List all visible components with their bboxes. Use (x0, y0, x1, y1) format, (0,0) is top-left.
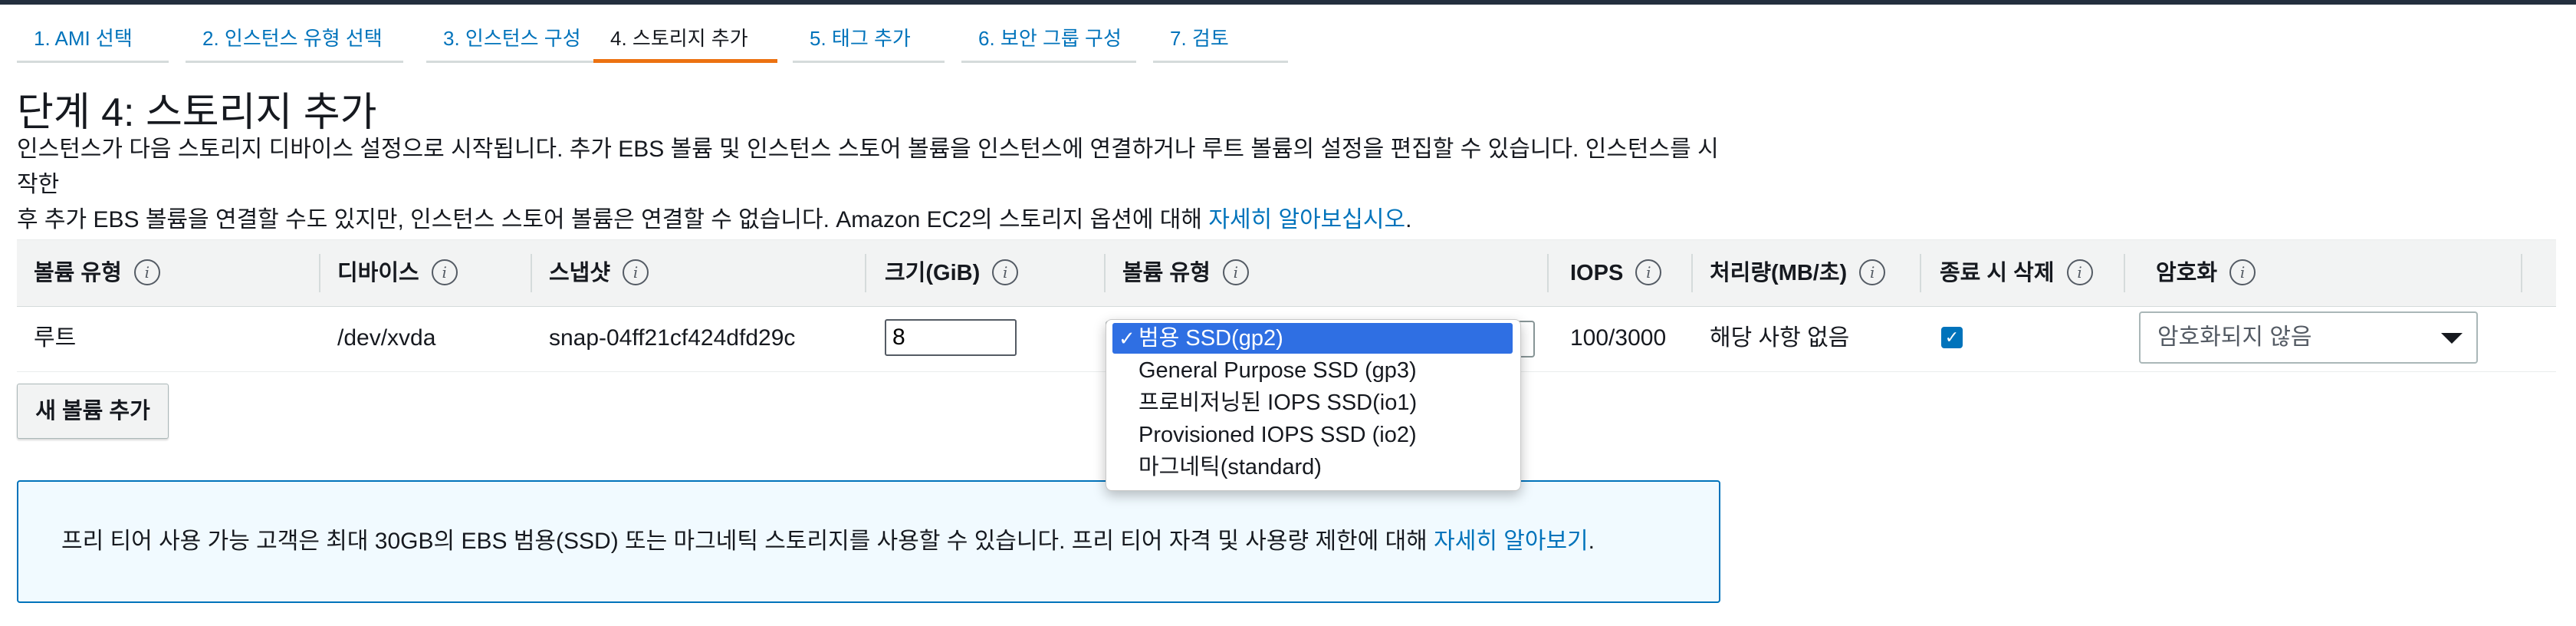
info-icon[interactable]: i (1859, 259, 1886, 286)
storage-table-header: 볼륨 유형 i 디바이스 i 스냅샷 i 크기(GiB) i 볼륨 유형 i IOPS i … (17, 239, 2556, 307)
header-volume-type: 볼륨 유형 i (1122, 240, 1249, 306)
header-encryption: 암호화 i (2156, 240, 2256, 306)
header-encryption-label: 암호화 (2156, 261, 2218, 285)
cell-throughput: 해당 사항 없음 (1710, 325, 1850, 351)
volume-type-option[interactable]: Provisioned IOPS SSD (io2) (1112, 420, 1513, 450)
notice-period: . (1588, 529, 1595, 554)
description-line-1: 인스턴스가 다음 스토리지 디바이스 설정으로 시작됩니다. 추가 EBS 볼륨… (17, 137, 1719, 197)
info-icon[interactable]: i (1222, 259, 1249, 286)
header-snapshot-label: 스냅샷 (549, 261, 611, 285)
column-divider[interactable] (2124, 254, 2125, 292)
tab-configure-instance[interactable]: 3. 인스턴스 구성 (426, 5, 596, 63)
volume-type-option[interactable]: General Purpose SSD (gp3) (1112, 355, 1513, 386)
header-device-label: 디바이스 (337, 261, 419, 285)
column-divider[interactable] (1920, 254, 1921, 292)
header-delete-label: 종료 시 삭제 (1940, 261, 2055, 285)
tab-review[interactable]: 7. 검토 (1153, 5, 1288, 63)
delete-on-termination-checkbox[interactable]: ✓ (1941, 327, 1963, 348)
tab-security-group[interactable]: 6. 보안 그룹 구성 (961, 5, 1136, 63)
header-iops-label: IOPS (1570, 261, 1624, 285)
header-volume-kind-label: 볼륨 유형 (34, 261, 122, 285)
option-label: Provisioned IOPS SSD (io2) (1138, 423, 1417, 447)
header-size: 크기(GiB) i (885, 240, 1019, 306)
volume-type-option[interactable]: 마그네틱(standard) (1112, 452, 1513, 483)
column-divider[interactable] (319, 254, 320, 292)
column-divider[interactable] (531, 254, 532, 292)
column-divider[interactable] (1691, 254, 1693, 292)
option-label: 프로비저닝된 IOPS SSD(io1) (1138, 390, 1418, 415)
header-iops: IOPS i (1570, 240, 1662, 306)
size-input[interactable]: 8 (885, 319, 1017, 356)
volume-type-option[interactable]: 프로비저닝된 IOPS SSD(io1) (1112, 387, 1513, 418)
page-title: 단계 4: 스토리지 추가 (17, 91, 377, 135)
header-volume-kind: 볼륨 유형 i (34, 240, 160, 306)
option-label: 범용 SSD(gp2) (1138, 326, 1283, 351)
column-divider[interactable] (865, 254, 866, 292)
checkmark-icon: ✓ (1119, 327, 1135, 350)
info-icon[interactable]: i (992, 259, 1019, 286)
header-snapshot: 스냅샷 i (549, 240, 649, 306)
option-label: General Purpose SSD (gp3) (1138, 358, 1417, 383)
info-icon[interactable]: i (133, 259, 160, 286)
add-volume-button[interactable]: 새 볼륨 추가 (17, 384, 169, 439)
cell-device: /dev/xvda (337, 325, 436, 351)
option-label: 마그네틱(standard) (1138, 455, 1322, 479)
column-divider[interactable] (1104, 254, 1106, 292)
tab-ami[interactable]: 1. AMI 선택 (17, 5, 169, 63)
description-line-2: 후 추가 EBS 볼륨을 연결할 수도 있지만, 인스턴스 스토어 볼륨은 연결… (17, 203, 1734, 238)
column-divider[interactable] (2521, 254, 2522, 292)
learn-more-link[interactable]: 자세히 알아보십시오 (1208, 207, 1405, 232)
chevron-down-icon (2441, 333, 2463, 344)
header-volume-type-label: 볼륨 유형 (1122, 261, 1211, 285)
info-icon[interactable]: i (2229, 259, 2256, 286)
info-icon[interactable]: i (431, 259, 458, 286)
notice-message: 프리 티어 사용 가능 고객은 최대 30GB의 EBS 범용(SSD) 또는 … (61, 529, 1434, 554)
volume-type-option[interactable]: ✓ 범용 SSD(gp2) (1112, 323, 1513, 354)
header-size-label: 크기(GiB) (885, 261, 981, 285)
header-delete-on-termination: 종료 시 삭제 i (1940, 240, 2093, 306)
header-throughput-label: 처리량(MB/초) (1710, 261, 1848, 285)
page-description: 인스턴스가 다음 스토리지 디바이스 설정으로 시작됩니다. 추가 EBS 볼륨… (17, 132, 1734, 238)
info-icon[interactable]: i (623, 259, 649, 286)
free-tier-learn-more-link[interactable]: 자세히 알아보기 (1434, 529, 1589, 554)
header-device: 디바이스 i (337, 240, 458, 306)
cell-volume-kind: 루트 (34, 325, 77, 351)
cell-snapshot: snap-04ff21cf424dfd29c (549, 325, 796, 351)
description-text: 후 추가 EBS 볼륨을 연결할 수도 있지만, 인스턴스 스토어 볼륨은 연결… (17, 207, 1209, 232)
column-divider[interactable] (1547, 254, 1549, 292)
info-icon[interactable]: i (2066, 259, 2093, 286)
tab-add-storage[interactable]: 4. 스토리지 추가 (593, 5, 777, 63)
volume-type-dropdown: ✓ 범용 SSD(gp2) General Purpose SSD (gp3) 프… (1106, 319, 1521, 491)
notice-text: 프리 티어 사용 가능 고객은 최대 30GB의 EBS 범용(SSD) 또는 … (61, 519, 1595, 565)
info-icon[interactable]: i (1635, 259, 1662, 286)
encryption-select[interactable]: 암호화되지 않음 (2139, 311, 2478, 364)
tab-instance-type[interactable]: 2. 인스턴스 유형 선택 (186, 5, 403, 63)
tab-add-tags[interactable]: 5. 태그 추가 (793, 5, 945, 63)
description-period: . (1405, 207, 1412, 232)
header-throughput: 처리량(MB/초) i (1710, 240, 1886, 306)
encryption-select-value: 암호화되지 않음 (2157, 325, 2312, 350)
free-tier-notice: 프리 티어 사용 가능 고객은 최대 30GB의 EBS 범용(SSD) 또는 … (17, 480, 1720, 603)
cell-iops: 100/3000 (1570, 325, 1667, 351)
